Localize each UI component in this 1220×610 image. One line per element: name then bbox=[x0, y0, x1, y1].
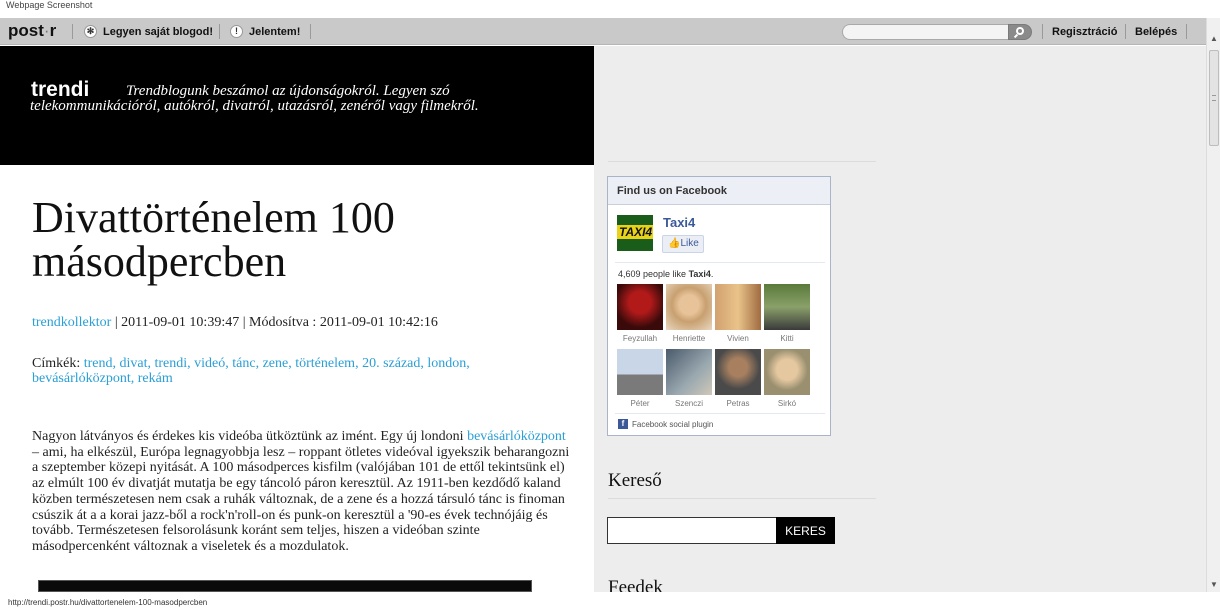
post-date: 2011-09-01 10:39:47 bbox=[121, 315, 240, 330]
fan-avatar[interactable] bbox=[666, 349, 712, 395]
fan-avatar[interactable] bbox=[764, 349, 810, 395]
postr-logo[interactable]: post·r bbox=[8, 21, 56, 41]
blog-header: Trendblogunk beszámol az újdonságokról. … bbox=[0, 46, 594, 165]
scrollbar-thumb[interactable] bbox=[1209, 50, 1219, 146]
facebook-box-header: Find us on Facebook bbox=[608, 177, 830, 205]
own-blog-button[interactable]: ✻ Legyen saját blogod! bbox=[84, 24, 213, 39]
divider bbox=[615, 413, 825, 414]
fan-avatar[interactable] bbox=[764, 284, 810, 330]
author-link[interactable]: trendkollektor bbox=[32, 315, 111, 330]
tag-links[interactable]: trend, divat, trendi, videó, tánc, zene,… bbox=[32, 356, 470, 386]
facebook-like-box: Find us on Facebook TAXI4 Taxi4 👍Like 4,… bbox=[607, 176, 831, 436]
thumbs-up-icon: 👍 bbox=[668, 238, 681, 249]
facebook-plugin-link[interactable]: f Facebook social plugin bbox=[618, 419, 713, 429]
scroll-up-arrow-icon[interactable]: ▲ bbox=[1207, 32, 1220, 46]
facebook-page-link[interactable]: Taxi4 bbox=[663, 215, 695, 230]
sidebar-search-input[interactable] bbox=[607, 517, 777, 544]
facebook-icon: f bbox=[618, 419, 628, 429]
divider bbox=[1042, 24, 1043, 39]
divider bbox=[72, 24, 73, 39]
mall-link[interactable]: bevásárlóközpont bbox=[467, 429, 566, 444]
divider bbox=[1186, 24, 1187, 39]
like-count: 4,609 people like Taxi4. bbox=[618, 269, 714, 279]
top-navigation-bar: post·r ✻ Legyen saját blogod! ! Jelentem… bbox=[0, 18, 1206, 45]
register-link[interactable]: Regisztráció bbox=[1052, 24, 1117, 39]
top-search-button[interactable] bbox=[1008, 24, 1032, 40]
divider bbox=[615, 262, 825, 263]
post-body: Nagyon látványos és érdekes kis videóba … bbox=[32, 429, 570, 554]
scroll-down-arrow-icon[interactable]: ▼ bbox=[1207, 578, 1220, 592]
screenshot-caption: Webpage Screenshot bbox=[6, 0, 93, 10]
report-button[interactable]: ! Jelentem! bbox=[230, 24, 300, 39]
fan-avatar[interactable] bbox=[715, 284, 761, 330]
sidebar-divider bbox=[608, 161, 876, 162]
feeds-widget-title: Feedek bbox=[608, 577, 663, 592]
modified-date: 2011-09-01 10:42:16 bbox=[319, 315, 438, 330]
blog-name[interactable]: trendi bbox=[31, 78, 89, 102]
asterisk-icon: ✻ bbox=[84, 25, 97, 38]
post-meta: trendkollektor | 2011-09-01 10:39:47 | M… bbox=[32, 315, 438, 330]
top-search-input[interactable] bbox=[842, 24, 1008, 40]
post-tags: Címkék: trend, divat, trendi, videó, tán… bbox=[32, 356, 470, 386]
embedded-video[interactable] bbox=[38, 580, 532, 592]
fan-avatar[interactable] bbox=[617, 349, 663, 395]
page-scrollbar[interactable]: ▲ ▼ bbox=[1206, 18, 1220, 592]
login-link[interactable]: Belépés bbox=[1135, 24, 1177, 39]
taxi4-logo[interactable]: TAXI4 bbox=[617, 215, 653, 251]
sidebar-divider bbox=[608, 498, 876, 499]
status-bar-url: http://trendi.postr.hu/divattortenelem-1… bbox=[8, 598, 208, 607]
blog-tagline: Trendblogunk beszámol az újdonságokról. … bbox=[30, 83, 479, 114]
post-title: Divattörténelem 100 másodpercben bbox=[32, 193, 395, 286]
fan-avatar[interactable] bbox=[715, 349, 761, 395]
fan-avatar[interactable] bbox=[617, 284, 663, 330]
divider bbox=[1125, 24, 1126, 39]
search-button[interactable]: KERES bbox=[776, 517, 835, 544]
divider bbox=[310, 24, 311, 39]
search-widget-title: Kereső bbox=[608, 470, 662, 491]
facebook-like-button[interactable]: 👍Like bbox=[662, 235, 704, 253]
exclamation-icon: ! bbox=[230, 25, 243, 38]
fan-avatar[interactable] bbox=[666, 284, 712, 330]
divider bbox=[219, 24, 220, 39]
